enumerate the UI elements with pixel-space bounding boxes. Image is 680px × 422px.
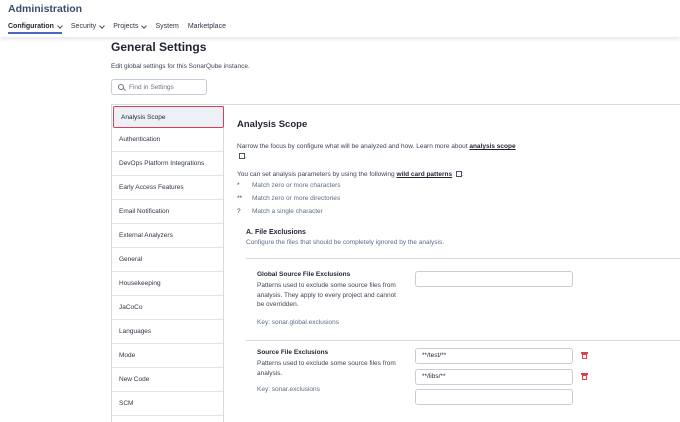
analysis-scope-link[interactable]: analysis scope (469, 143, 515, 150)
sidebar-item-authentication[interactable]: Authentication (112, 128, 223, 152)
sidebar-item-external-analyzers[interactable]: External Analyzers (112, 224, 223, 248)
sidebar-item-early-access-features[interactable]: Early Access Features (112, 176, 223, 200)
trash-icon[interactable] (581, 373, 588, 380)
nav-configuration-label: Configuration (8, 23, 54, 30)
wildcard-description: Match zero or more characters (252, 182, 341, 189)
app-title: Administration (8, 3, 83, 15)
nav-configuration[interactable]: Configuration (8, 19, 63, 34)
chevron-down-icon (57, 22, 63, 29)
nav-marketplace-label: Marketplace (187, 23, 226, 30)
source-exclusions-key: Key: sonar.exclusions (257, 386, 320, 393)
wildcard-description: Match zero or more directories (252, 195, 341, 202)
admin-nav: Configuration Security Projects System M… (8, 19, 226, 34)
wildcard-row: * Match zero or more characters (237, 182, 341, 189)
nav-security[interactable]: Security (70, 19, 106, 34)
search-placeholder: Find in Settings (129, 83, 174, 91)
params-text-body: You can set analysis parameters by using… (237, 171, 395, 178)
wildcard-description: Match a single character (252, 208, 323, 215)
source-exclusion-input[interactable] (415, 389, 573, 405)
setting-divider (246, 258, 680, 259)
intro-text-body: Narrow the focus by configure what will … (237, 143, 468, 150)
wildcard-symbol: * (237, 182, 240, 189)
params-suffix: : (461, 171, 464, 178)
params-text: You can set analysis parameters by using… (237, 170, 464, 178)
page-title: General Settings (111, 40, 207, 54)
page-description: Edit global settings for this SonarQube … (111, 63, 250, 70)
setting-divider (246, 340, 680, 341)
wild-card-patterns-link[interactable]: wild card patterns (396, 171, 452, 178)
sidebar-item-mode[interactable]: Mode (112, 344, 223, 368)
wildcard-symbol: ** (237, 195, 243, 202)
chevron-down-icon (99, 22, 106, 29)
nav-projects-label: Projects (113, 23, 139, 30)
sidebar-item-scm[interactable]: SCM (112, 392, 223, 416)
wildcard-symbol: ? (237, 208, 241, 215)
intro-text: Narrow the focus by configure what will … (237, 143, 516, 160)
global-exclusions-title: Global Source File Exclusions (257, 271, 351, 278)
nav-security-label: Security (70, 23, 97, 30)
sidebar-item-devops-platform-integrations[interactable]: DevOps Platform Integrations (112, 152, 223, 176)
file-exclusions-description: Configure the files that should be compl… (246, 239, 445, 246)
source-exclusions-title: Source File Exclusions (257, 349, 329, 356)
sidebar-item-languages[interactable]: Languages (112, 320, 223, 344)
nav-projects[interactable]: Projects (113, 19, 148, 34)
trash-icon[interactable] (581, 352, 588, 359)
wildcard-row: ? Match a single character (237, 208, 323, 215)
sidebar-item-jacoco[interactable]: JaCoCo (112, 296, 223, 320)
nav-marketplace[interactable]: Marketplace (188, 19, 226, 34)
chevron-down-icon (141, 22, 148, 29)
file-exclusions-title: A. File Exclusions (246, 229, 306, 236)
global-exclusions-key: Key: sonar.global.exclusions (257, 319, 340, 326)
sidebar-item-email-notification[interactable]: Email Notification (112, 200, 223, 224)
sidebar-item-new-code[interactable]: New Code (112, 368, 223, 392)
search-icon (118, 84, 124, 90)
global-exclusions-input[interactable] (415, 271, 573, 287)
content-divider (224, 104, 680, 105)
sidebar-item-general[interactable]: General (112, 248, 223, 272)
source-exclusion-input[interactable]: **/libs/** (415, 369, 573, 385)
sidebar-item-housekeeping[interactable]: Housekeeping (112, 272, 223, 296)
nav-system-label: System (155, 23, 179, 30)
settings-search-input[interactable]: Find in Settings (111, 79, 207, 95)
source-exclusion-input[interactable]: **/test/** (415, 348, 573, 364)
nav-system[interactable]: System (155, 19, 178, 34)
section-title: Analysis Scope (237, 119, 308, 130)
global-exclusions-description: Patterns used to exclude some source fil… (257, 282, 396, 308)
external-link-icon[interactable] (455, 171, 462, 177)
source-exclusions-description: Patterns used to exclude some source fil… (257, 360, 396, 377)
top-bar: Administration Configuration Security Pr… (0, 0, 680, 37)
external-link-icon[interactable] (239, 153, 245, 159)
wildcard-row: ** Match zero or more directories (237, 195, 340, 202)
sidebar-item-analysis-scope[interactable]: Analysis Scope (113, 106, 224, 128)
settings-category-list: Analysis Scope Authentication DevOps Pla… (111, 104, 224, 422)
